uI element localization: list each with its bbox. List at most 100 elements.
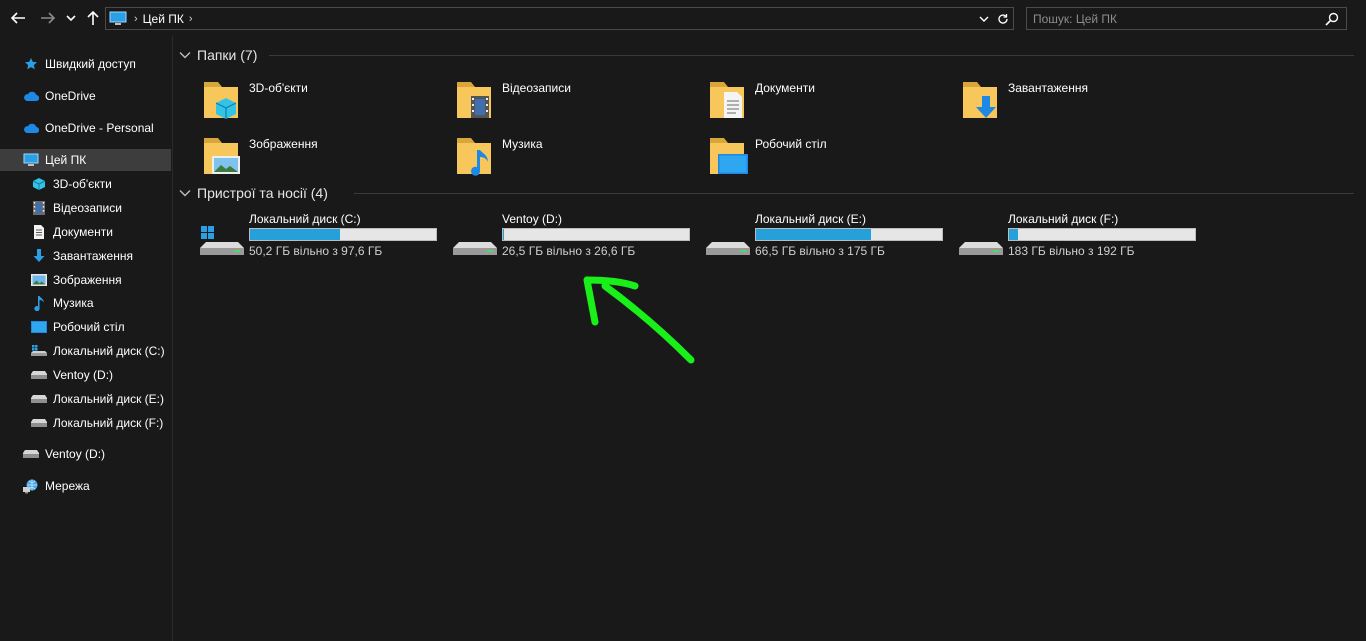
drive-tile-e[interactable]: Локальний диск (E:) 66,5 ГБ вільно з 175… [684,212,943,262]
cloud-icon [23,88,39,104]
drive-icon [706,242,750,255]
folders-group-header[interactable]: Папки (7) [178,45,257,65]
navigation-bar: › Цей ПК › [0,0,1366,36]
drive-free-space: 26,5 ГБ вільно з 26,6 ГБ [502,244,636,258]
folder-name: Робочий стіл [755,137,827,151]
up-button[interactable] [82,5,104,31]
sidebar-item-label: Локальний диск (F:) [53,416,164,430]
sidebar-item-label: Робочий стіл [53,320,125,334]
sidebar-item-label: Ventoy (D:) [53,368,114,382]
sidebar-item-label: Відеозаписи [53,201,122,215]
star-icon [23,56,39,72]
sidebar-item-videos[interactable]: Відеозаписи [0,197,171,219]
folder-name: Відеозаписи [502,81,571,95]
refresh-button[interactable] [995,11,1011,27]
drive-usage-fill [503,229,504,240]
folder-tile-music[interactable]: Музика [431,128,681,182]
folder-pictures-icon [204,138,240,174]
folder-music-icon [457,138,491,176]
arrow-left-icon [10,12,25,24]
sidebar-item-music[interactable]: Музика [0,292,171,314]
desktop-icon [31,319,47,335]
folder-tile-desktop[interactable]: Робочий стіл [684,128,934,182]
chevron-down-icon[interactable] [178,186,192,200]
sidebar-item-label: OneDrive - Personal [45,121,154,135]
drive-usage-bar [1008,228,1196,241]
sidebar-item-downloads[interactable]: Завантаження [0,245,171,267]
sidebar-item-3d-objects[interactable]: 3D-об'єкти [0,173,171,195]
folder-tile-downloads[interactable]: Завантаження [937,72,1187,126]
search-icon[interactable] [1324,11,1340,27]
forward-button[interactable] [36,5,60,31]
sidebar-item-drive-c[interactable]: Локальний диск (C:) [0,340,171,362]
sidebar-item-quick-access[interactable]: Швидкий доступ [0,53,171,75]
vertical-scrollbar[interactable] [1354,36,1366,641]
sidebar-item-pictures[interactable]: Зображення [0,269,171,291]
drive-icon [31,367,47,383]
address-bar[interactable]: › Цей ПК › [105,7,1014,30]
breadcrumb-separator[interactable]: › [189,13,193,25]
film-icon [31,200,47,216]
sidebar-item-this-pc[interactable]: Цей ПК [0,149,171,171]
group-divider [269,55,1354,56]
drive-usage-bar [249,228,437,241]
drive-name: Локальний диск (E:) [755,212,866,226]
sidebar-item-label: Ventoy (D:) [45,447,106,461]
group-title: Пристрої та носії (4) [197,185,328,201]
document-icon [31,224,47,240]
drive-name: Локальний диск (F:) [1008,212,1119,226]
windows-drive-icon [200,226,244,255]
sidebar-item-label: Мережа [45,479,90,493]
folder-videos-icon [457,82,491,118]
sidebar-item-drive-e[interactable]: Локальний диск (E:) [0,388,171,410]
drive-free-space: 66,5 ГБ вільно з 175 ГБ [755,244,885,258]
address-dropdown-button[interactable] [977,11,991,27]
chevron-down-icon[interactable] [178,48,192,62]
drive-tile-c[interactable]: Локальний диск (C:) 50,2 ГБ вільно з 97,… [178,212,437,262]
sidebar-item-ventoy[interactable]: Ventoy (D:) [0,443,171,465]
drive-tile-d[interactable]: Ventoy (D:) 26,5 ГБ вільно з 26,6 ГБ [431,212,690,262]
sidebar-item-label: Цей ПК [45,153,87,167]
sidebar-item-onedrive[interactable]: OneDrive [0,85,171,107]
drive-icon [453,242,497,255]
search-box[interactable] [1026,7,1347,30]
sidebar-item-label: Документи [53,225,113,239]
navigation-pane: Швидкий доступ OneDrive OneDrive - Perso… [0,36,173,641]
devices-group-header[interactable]: Пристрої та носії (4) [178,183,328,203]
breadcrumb-location[interactable]: Цей ПК [143,12,184,26]
recent-locations-button[interactable] [62,5,80,31]
arrow-up-icon [87,10,99,25]
folder-tile-pictures[interactable]: Зображення [178,128,428,182]
sidebar-item-documents[interactable]: Документи [0,221,171,243]
drive-usage-bar [502,228,690,241]
folder-tile-videos[interactable]: Відеозаписи [431,72,681,126]
group-divider [354,193,1354,194]
sidebar-item-label: Завантаження [53,249,133,263]
drive-usage-fill [1009,229,1018,240]
sidebar-item-drive-f[interactable]: Локальний диск (F:) [0,412,171,434]
folder-name: 3D-об'єкти [249,81,308,95]
sidebar-item-network[interactable]: Мережа [0,475,171,497]
drive-name: Локальний диск (C:) [249,212,361,226]
picture-icon [31,272,47,288]
back-button[interactable] [6,5,30,31]
folder-name: Зображення [249,137,318,151]
content-pane: Папки (7) 3D-об'єкти Відеозаписи Докумен… [174,36,1354,641]
folder-3d-objects-icon [204,82,238,119]
drive-tile-f[interactable]: Локальний диск (F:) 183 ГБ вільно з 192 … [937,212,1196,262]
sidebar-item-desktop[interactable]: Робочий стіл [0,316,171,338]
drive-usage-bar [755,228,943,241]
chevron-down-icon [979,16,989,22]
sidebar-item-label: Локальний диск (E:) [53,392,164,406]
annotation-arrow-icon [583,276,695,364]
folder-tile-3d-objects[interactable]: 3D-об'єкти [178,72,428,126]
folder-tile-documents[interactable]: Документи [684,72,934,126]
drive-free-space: 183 ГБ вільно з 192 ГБ [1008,244,1135,258]
sidebar-item-onedrive-personal[interactable]: OneDrive - Personal [0,117,171,139]
sidebar-item-drive-d[interactable]: Ventoy (D:) [0,364,171,386]
chevron-down-icon [66,15,76,22]
drive-name: Ventoy (D:) [502,212,563,226]
folder-downloads-icon [963,82,997,118]
search-input[interactable] [1033,10,1313,27]
arrow-right-icon [41,12,56,24]
